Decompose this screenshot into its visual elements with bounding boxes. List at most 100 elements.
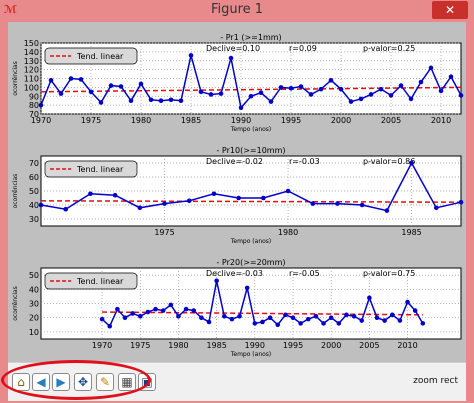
- data-point: [88, 89, 94, 95]
- data-point: [115, 306, 120, 312]
- data-point: [108, 83, 114, 88]
- data-point: [221, 313, 227, 319]
- legend-label: Tend. linear: [76, 52, 124, 61]
- data-point: [162, 201, 167, 206]
- data-point: [397, 318, 403, 323]
- data-point: [138, 81, 144, 87]
- x-tick-label: 1980: [168, 341, 188, 350]
- data-point: [378, 86, 384, 92]
- y-tick-label: 40: [29, 201, 39, 210]
- data-point: [288, 85, 294, 91]
- data-point: [153, 306, 158, 312]
- data-point: [248, 93, 254, 99]
- data-point: [98, 100, 104, 105]
- data-point: [261, 195, 266, 201]
- close-button[interactable]: ✕: [432, 1, 468, 19]
- x-tick-label: 1995: [281, 116, 301, 125]
- y-tick-label: 130: [24, 57, 39, 66]
- subplots-button[interactable]: ▦: [118, 373, 136, 391]
- data-point: [68, 76, 74, 81]
- zoom-button[interactable]: ✎: [96, 373, 114, 391]
- stat-declive: Declive=-0.03: [206, 269, 263, 278]
- data-point: [433, 205, 439, 211]
- y-tick-label: 150: [24, 39, 39, 48]
- y-tick-label: 50: [29, 271, 39, 280]
- y-tick-label: 40: [29, 285, 39, 294]
- data-point: [237, 313, 242, 319]
- data-point: [107, 323, 113, 329]
- y-tick-label: 30: [29, 300, 39, 309]
- data-point: [367, 295, 372, 301]
- navigation-toolbar: ⌂ ◀ ▶ ✥ ✎ ▦ ▣ zoom rect: [8, 362, 466, 401]
- forward-icon: ▶: [56, 375, 66, 389]
- x-tick-label: 1990: [231, 116, 251, 125]
- y-axis-label: ocorrências: [12, 174, 19, 209]
- y-tick-label: 110: [24, 75, 39, 84]
- x-tick-label: 1970: [92, 341, 112, 350]
- data-point: [48, 77, 54, 83]
- data-point: [351, 313, 357, 319]
- data-point: [178, 98, 184, 103]
- data-point: [374, 315, 380, 321]
- data-point: [258, 90, 264, 95]
- figure-canvas[interactable]: 1970 1975 1980 1985 1990 1995 2000 2005 2010 70 80…: [8, 22, 466, 362]
- x-tick-label: 1995: [283, 341, 303, 350]
- data-point: [359, 202, 365, 208]
- y-tick-label: 140: [24, 48, 39, 57]
- subplots-icon: ▦: [121, 375, 133, 389]
- stat-declive: Declive=-0.02: [206, 157, 263, 166]
- data-point: [168, 302, 174, 308]
- data-point: [348, 99, 354, 104]
- data-point: [218, 91, 224, 96]
- x-tick-label: 1985: [401, 228, 421, 237]
- stat-declive: Declive=0.10: [206, 44, 260, 53]
- data-point: [130, 311, 135, 316]
- x-tick-label: 1980: [131, 116, 151, 125]
- x-tick-label: 2000: [321, 341, 341, 350]
- back-button[interactable]: ◀: [32, 373, 50, 391]
- data-point: [290, 315, 296, 321]
- data-point: [336, 321, 342, 326]
- data-point: [368, 92, 374, 97]
- data-point: [208, 92, 214, 97]
- pan-button[interactable]: ✥: [74, 373, 92, 391]
- legend-label: Tend. linear: [76, 165, 124, 174]
- data-point: [99, 316, 105, 322]
- data-point: [260, 319, 265, 325]
- data-point: [112, 192, 118, 198]
- pan-icon: ✥: [77, 375, 89, 389]
- stat-pvalue: p-valor=0.25: [363, 44, 415, 53]
- data-point: [199, 315, 204, 321]
- subplot-title: - Pr10(>=10mm): [217, 146, 286, 155]
- forward-button[interactable]: ▶: [52, 373, 70, 391]
- figure-plots: 1970 1975 1980 1985 1990 1995 2000 2005 20107080…: [12, 33, 464, 358]
- y-axis-label: ocorrências: [12, 286, 19, 321]
- data-point: [285, 188, 291, 194]
- home-button[interactable]: ⌂: [12, 373, 30, 391]
- data-point: [137, 205, 143, 211]
- data-point: [118, 84, 124, 89]
- data-point: [186, 198, 192, 204]
- data-point: [398, 83, 404, 88]
- data-point: [438, 88, 444, 94]
- save-icon: ▣: [141, 375, 153, 389]
- x-axis-label: Tempo (anos): [230, 126, 272, 133]
- data-point: [145, 309, 151, 315]
- data-point: [38, 102, 44, 108]
- y-tick-label: 120: [24, 66, 39, 75]
- zoom-icon: ✎: [99, 375, 111, 389]
- data-point: [244, 285, 250, 291]
- x-tick-label: 1980: [278, 228, 298, 237]
- data-point: [63, 206, 69, 212]
- data-point: [229, 316, 235, 322]
- data-point: [252, 321, 258, 326]
- y-tick-label: 50: [29, 187, 39, 196]
- x-tick-label: 1990: [245, 341, 265, 350]
- data-point: [344, 312, 349, 318]
- save-button[interactable]: ▣: [138, 373, 156, 391]
- data-point: [382, 318, 387, 323]
- x-tick-label: 2010: [431, 116, 451, 125]
- data-point: [128, 98, 134, 103]
- window-title: Figure 1: [210, 2, 264, 17]
- x-tick-label: 1985: [206, 341, 226, 350]
